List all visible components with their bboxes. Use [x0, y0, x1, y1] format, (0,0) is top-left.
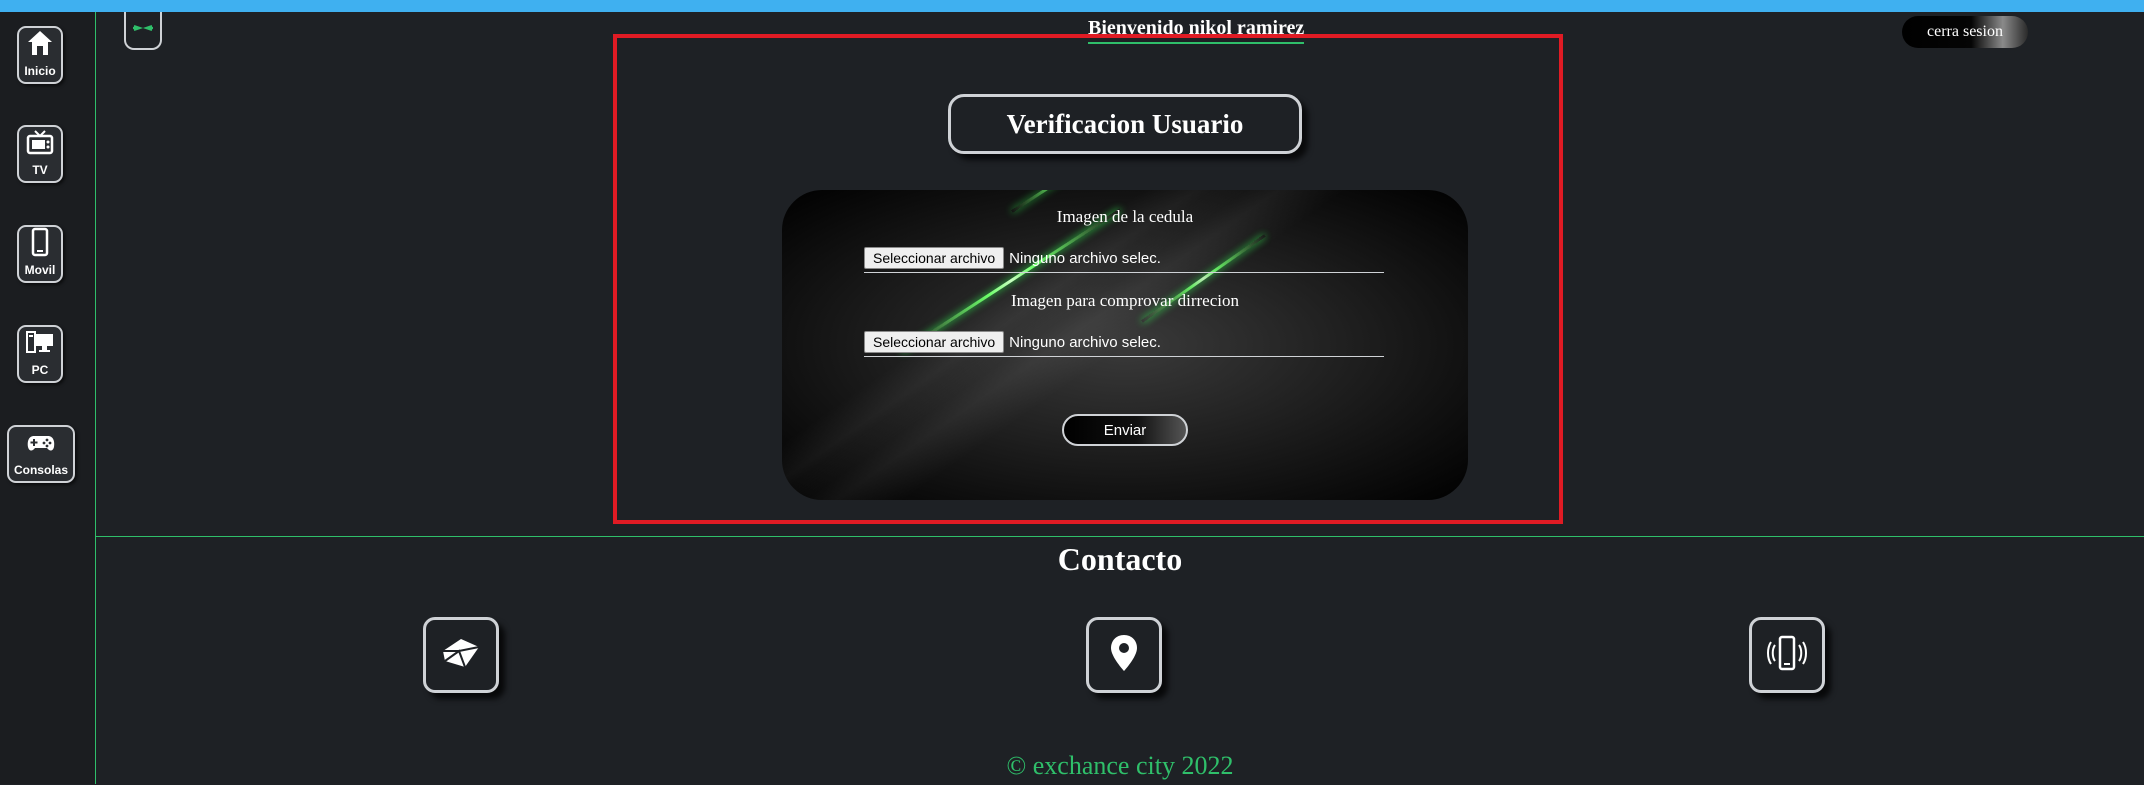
collapse-arrows-icon: [131, 16, 155, 45]
collapse-sidebar-button[interactable]: [124, 12, 162, 50]
sidebar: Inicio TV Movil PC Consolas: [0, 12, 96, 784]
copyright-text: © exchance city 2022: [1006, 751, 1234, 780]
logout-button[interactable]: cerra sesion: [1902, 16, 2028, 48]
sidebar-item-label: Inicio: [24, 64, 56, 78]
address-image-label: Imagen para comprovar dirrecion: [1011, 291, 1239, 310]
location-pin-icon: [1102, 631, 1146, 680]
id-image-label: Imagen de la cedula: [1056, 207, 1194, 226]
phone-contact-button[interactable]: [1749, 617, 1825, 693]
location-contact-button[interactable]: [1086, 617, 1162, 693]
contact-section: Contacto © exchance city 2022: [96, 536, 2144, 785]
tv-icon: [25, 127, 55, 164]
pc-icon: [25, 327, 55, 364]
phone-vibrate-icon: [1765, 631, 1809, 680]
contact-title: Contacto: [1057, 541, 1183, 577]
home-icon: [25, 28, 55, 65]
submit-button[interactable]: Enviar: [1062, 414, 1188, 446]
file-status: Ninguno archivo selec.: [1009, 333, 1161, 351]
sidebar-item-label: TV: [32, 163, 48, 177]
mobile-icon: [25, 227, 55, 264]
envelope-icon: [439, 631, 483, 680]
email-contact-button[interactable]: [423, 617, 499, 693]
select-file-button[interactable]: Seleccionar archivo: [864, 331, 1005, 353]
verification-title: Verificacion Usuario: [948, 94, 1302, 154]
top-bar: [0, 0, 2144, 12]
gamepad-icon: [26, 427, 56, 464]
sidebar-item-label: Consolas: [13, 463, 68, 477]
verification-form: Imagen de la cedula Seleccionar archivo …: [782, 190, 1468, 500]
sidebar-item-consolas[interactable]: Consolas: [7, 425, 75, 483]
address-image-file-input[interactable]: Seleccionar archivo Ninguno archivo sele…: [864, 328, 1384, 357]
sidebar-item-label: PC: [31, 363, 49, 377]
file-status: Ninguno archivo selec.: [1009, 249, 1161, 267]
sidebar-item-tv[interactable]: TV: [17, 125, 63, 183]
sidebar-item-inicio[interactable]: Inicio: [17, 26, 63, 84]
sidebar-item-movil[interactable]: Movil: [17, 225, 63, 283]
sidebar-item-label: Movil: [24, 263, 56, 277]
select-file-button[interactable]: Seleccionar archivo: [864, 247, 1005, 269]
id-image-file-input[interactable]: Seleccionar archivo Ninguno archivo sele…: [864, 244, 1384, 273]
sidebar-item-pc[interactable]: PC: [17, 325, 63, 383]
